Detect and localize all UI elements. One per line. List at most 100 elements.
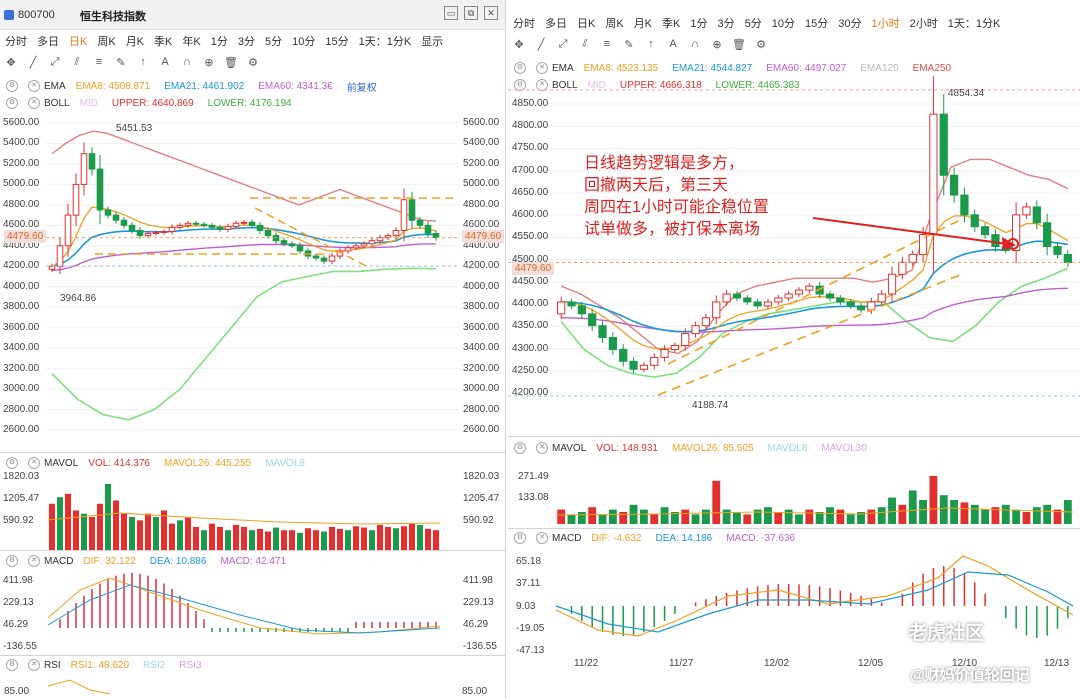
indicator-settings-icon[interactable]: ⚙ — [6, 659, 18, 671]
candle-body — [701, 317, 711, 327]
axis-tick-label: 4000.00 — [3, 280, 40, 292]
axis-tick-label: 3400.00 — [3, 342, 40, 354]
candle-body — [56, 245, 64, 267]
candle-body — [152, 231, 160, 235]
volume-bar — [96, 503, 104, 550]
axis-tick-label: 5600.00 — [463, 117, 500, 128]
axis-tick-label: -136.55 — [3, 641, 37, 652]
axis-tick-label: 3400.00 — [463, 342, 500, 354]
mavol26-value: MAVOL26: 445.255 — [164, 457, 252, 469]
candle-body — [929, 113, 938, 236]
axis-tick-label: 5600.00 — [3, 117, 40, 128]
volume-bar — [288, 530, 296, 550]
candle-body — [608, 337, 617, 350]
volume-bar — [296, 532, 304, 550]
axis-tick-label: 4550.00 — [512, 231, 549, 243]
rsi1-value: RSI1: 48.620 — [70, 659, 130, 671]
axis-tick-label: 229.13 — [3, 597, 34, 608]
axis-tick-label: 5200.00 — [463, 157, 500, 169]
volume-bar — [104, 484, 112, 550]
annotation-line: 回撤两天后，第三天 — [584, 177, 729, 194]
mavol30-label: MAVOL30 — [821, 442, 867, 454]
indicator-settings-icon[interactable]: ⚙ — [514, 532, 526, 544]
volume-bar — [72, 510, 80, 550]
rsi-label: RSI — [44, 659, 61, 671]
candle-body — [774, 297, 783, 303]
axis-tick-label: 4600.00 — [463, 219, 500, 231]
candle-body — [960, 194, 969, 216]
annotation-text: 日线趋势逻辑是多方， 回撤两天后，第三天 周四在1小时可能企稳位置 试单做多，被… — [584, 153, 769, 241]
divider — [508, 436, 1080, 437]
dif-line — [47, 577, 441, 635]
volume-bar — [867, 509, 876, 524]
axis-tick-label: 4200.00 — [3, 260, 40, 272]
axis-tick-label: 411.98 — [463, 575, 493, 586]
candle-body — [112, 214, 120, 221]
volume-bar — [557, 509, 566, 524]
volume-bar — [312, 530, 320, 550]
volume-bar — [320, 531, 328, 550]
candle-body — [784, 293, 793, 299]
candle-body — [224, 225, 232, 230]
volume-bar — [567, 514, 576, 524]
current-price-tag: 4479.60 — [512, 262, 555, 275]
candle-body — [264, 229, 272, 237]
axis-tick-label: 4800.00 — [512, 120, 549, 132]
volume-bar — [384, 526, 392, 550]
volume-bar — [1001, 504, 1010, 524]
candle-body — [88, 153, 96, 170]
axis-tick-label: 133.08 — [518, 492, 549, 503]
volume-bar — [712, 480, 721, 524]
indicator-close-icon[interactable]: ✕ — [536, 532, 548, 544]
candle-body — [1063, 253, 1072, 264]
indicator-close-icon[interactable]: ✕ — [536, 442, 548, 454]
axis-tick-label: 4800.00 — [3, 198, 40, 210]
candle-body — [176, 224, 184, 228]
indicator-settings-icon[interactable]: ⚙ — [6, 457, 18, 469]
volume-bar — [48, 503, 56, 550]
axis-tick-label: 4600.00 — [512, 209, 549, 221]
candle-body — [567, 301, 576, 307]
mavol-label: MAVOL — [552, 442, 587, 454]
candle-body — [660, 348, 669, 358]
volume-bar — [240, 526, 248, 550]
high-label: 4854.34 — [948, 88, 985, 99]
candle-body — [216, 226, 224, 230]
current-price-tag: 4479.60 — [4, 230, 47, 243]
volume-bar — [80, 513, 88, 550]
indicator-close-icon[interactable]: ✕ — [28, 659, 40, 671]
candle-body — [856, 305, 866, 311]
indicator-close-icon[interactable]: ✕ — [28, 555, 40, 567]
right-candlestick-chart[interactable] — [508, 0, 1080, 699]
volume-bar — [120, 513, 128, 550]
axis-tick-label: -136.55 — [463, 641, 497, 652]
indicator-settings-icon[interactable]: ⚙ — [6, 555, 18, 567]
volume-bar — [619, 512, 628, 524]
divider — [0, 452, 505, 453]
axis-tick-label: 590.92 — [3, 515, 34, 526]
mavol26-value: MAVOL26: 85.505 — [672, 442, 754, 454]
volume-bar — [272, 527, 280, 550]
candle-body — [1022, 206, 1031, 216]
indicator-close-icon[interactable]: ✕ — [28, 457, 40, 469]
vol-value: VOL: 414.376 — [88, 457, 150, 469]
left-candlestick-chart[interactable] — [0, 0, 506, 699]
macd-value: MACD: -37.636 — [726, 532, 796, 544]
date-tick-label: 12/02 — [764, 658, 790, 669]
dea-line — [47, 584, 441, 634]
volume-bar — [360, 527, 368, 550]
volume-bar — [208, 523, 216, 550]
volume-bar — [919, 500, 927, 524]
candle-body — [722, 293, 731, 303]
indicator-settings-icon[interactable]: ⚙ — [514, 442, 526, 454]
candle-body — [128, 224, 136, 231]
rsi-axis-label: 85.00 — [4, 686, 30, 697]
candle-body — [753, 301, 762, 307]
axis-tick-label: 4250.00 — [512, 364, 549, 376]
candle-body — [650, 356, 659, 366]
candle-body — [136, 229, 144, 237]
candle-body — [416, 219, 424, 226]
volume-bar — [846, 514, 855, 524]
axis-tick-label: 4650.00 — [512, 186, 549, 198]
volume-bar — [960, 502, 969, 524]
